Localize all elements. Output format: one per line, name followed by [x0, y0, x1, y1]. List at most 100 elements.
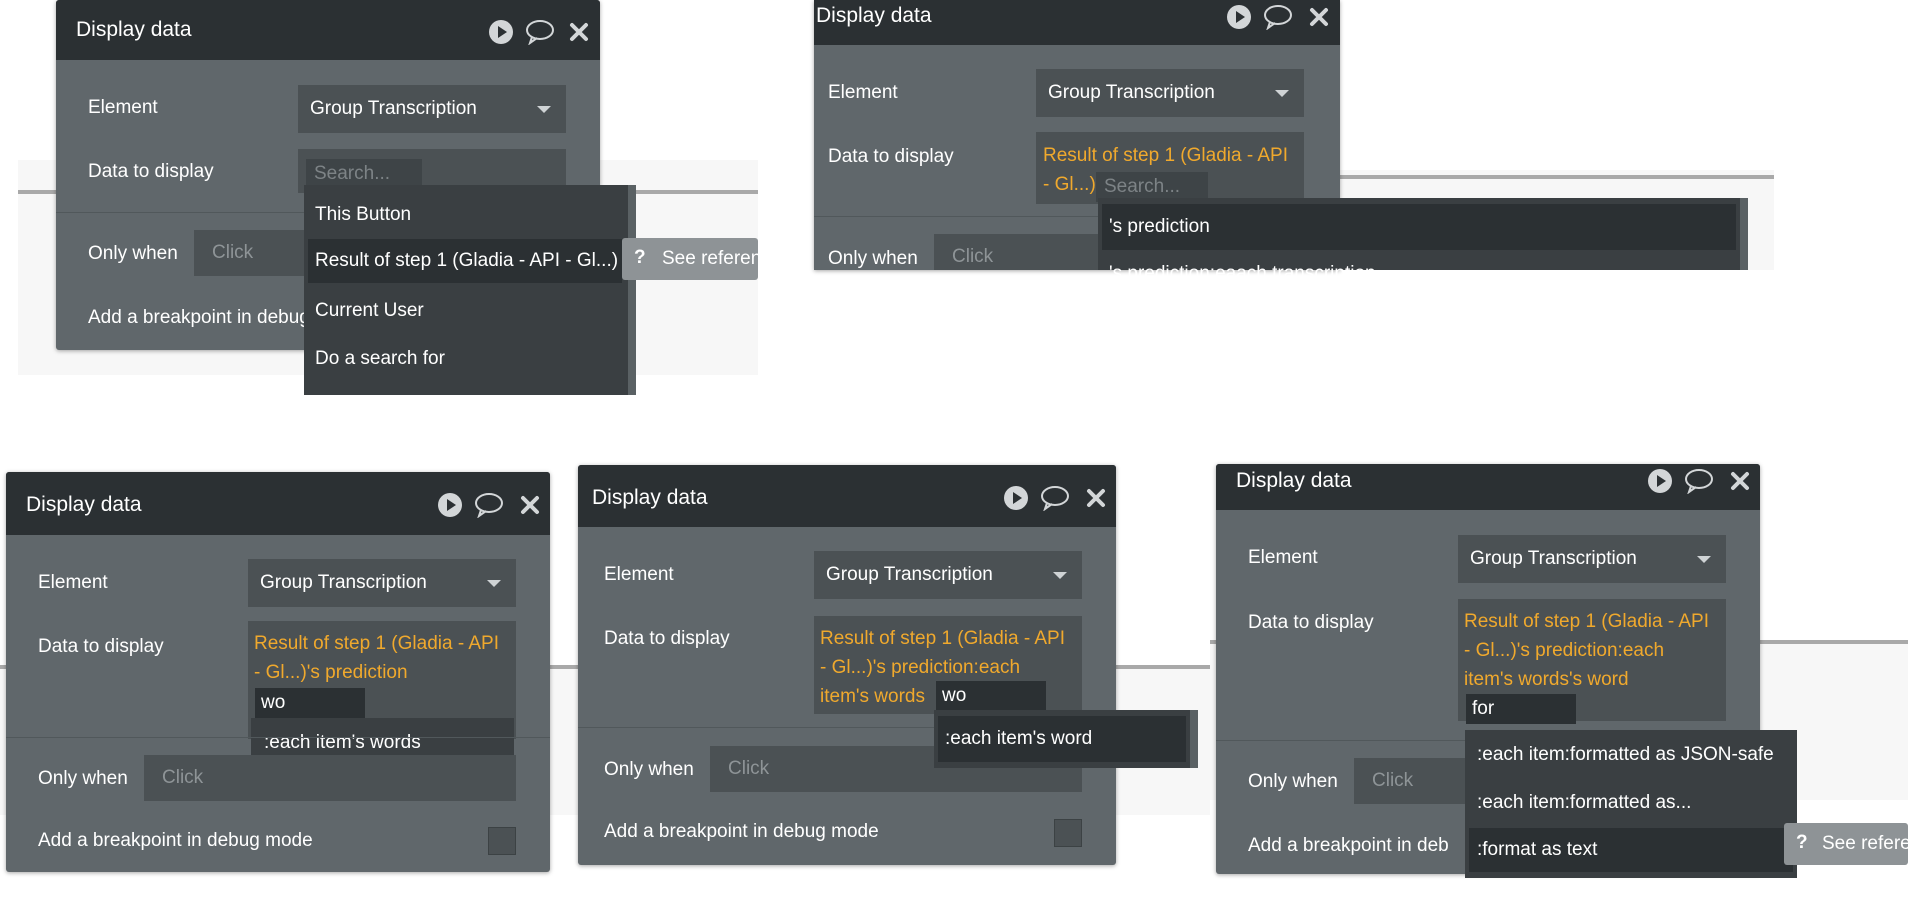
dropdown-item-highlighted[interactable]: Result of step 1 (Gladia - API - Gl...): [308, 239, 622, 283]
see-reference-button[interactable]: ? See reference: [1784, 823, 1908, 865]
expression-text-input[interactable]: for: [1466, 694, 1576, 724]
element-value: Group Transcription: [826, 564, 993, 585]
display-data-panel: Display data Element Group Transcription…: [578, 465, 1116, 865]
element-value: Group Transcription: [260, 572, 427, 593]
expression-line: item's words: [820, 686, 925, 707]
speech-bubble-icon[interactable]: [1040, 485, 1070, 511]
data-to-display-label: Data to display: [828, 146, 954, 167]
element-label: Element: [88, 97, 158, 118]
data-source-dropdown: This Button Result of step 1 (Gladia - A…: [304, 185, 636, 395]
dropdown-scrollbar[interactable]: [1740, 198, 1748, 270]
dropdown-item[interactable]: Do a search for: [304, 339, 626, 379]
play-circle-icon[interactable]: [1647, 468, 1673, 494]
dropdown-item-highlighted[interactable]: 's prediction: [1102, 204, 1736, 250]
play-circle-icon[interactable]: [488, 19, 514, 45]
display-data-panel: Display data Element Group Transcription…: [6, 472, 550, 872]
dropdown-scrollbar[interactable]: [1190, 710, 1198, 768]
panel-title: Display data: [1236, 469, 1352, 492]
speech-bubble-icon[interactable]: [1684, 468, 1714, 494]
panel-title: Display data: [816, 4, 932, 27]
panel-title: Display data: [26, 493, 142, 516]
panel-header: Display data: [1216, 464, 1760, 510]
element-label: Element: [1248, 547, 1318, 568]
expression-text-input[interactable]: wo: [936, 681, 1046, 711]
expression-dropdown: :each item's word: [934, 710, 1198, 768]
expression-dropdown: :each item:formatted as JSON-safe :each …: [1465, 730, 1797, 878]
close-x-icon[interactable]: [1085, 487, 1107, 509]
only-when-label: Only when: [38, 768, 128, 789]
element-label: Element: [38, 572, 108, 593]
chevron-down-icon: [1697, 556, 1711, 563]
expression-line: Result of step 1 (Gladia - API: [254, 633, 500, 654]
close-x-icon[interactable]: [1729, 470, 1751, 492]
only-when-label: Only when: [828, 248, 918, 269]
expression-line: - Gl...)'s prediction:each: [820, 657, 1021, 678]
speech-bubble-icon[interactable]: [474, 492, 504, 518]
see-reference-label: See reference: [662, 248, 758, 269]
element-value: Group Transcription: [1048, 82, 1215, 103]
expression-line: Result of step 1 (Gladia - API: [1043, 145, 1289, 166]
chevron-down-icon: [487, 580, 501, 587]
see-reference-label: See reference: [1822, 833, 1908, 854]
expression-line: - Gl...)'s prediction:each: [1464, 640, 1665, 661]
panel-header: Display data: [578, 465, 1116, 527]
element-value: Group Transcription: [310, 98, 477, 119]
expression-line: item's words's word: [1464, 669, 1629, 690]
panel-title: Display data: [592, 486, 708, 509]
only-when-label: Only when: [88, 243, 178, 264]
element-dropdown[interactable]: Group Transcription: [248, 559, 516, 607]
dropdown-item-highlighted[interactable]: :each item's word: [938, 716, 1186, 762]
play-circle-icon[interactable]: [1003, 485, 1029, 511]
panel-header: Display data: [6, 472, 550, 535]
question-mark-icon: ?: [634, 247, 646, 268]
expression-line: - Gl...): [1043, 174, 1096, 195]
element-dropdown[interactable]: Group Transcription: [1458, 535, 1726, 583]
dropdown-item[interactable]: :each item:formatted as...: [1465, 782, 1797, 824]
dropdown-item[interactable]: Current User: [304, 291, 626, 331]
panel-header: Display data: [814, 0, 1340, 45]
expression-dropdown: 's prediction 's prediction:eaach transc…: [1098, 198, 1748, 284]
play-circle-icon[interactable]: [1226, 4, 1252, 30]
chevron-down-icon: [537, 106, 551, 113]
dropdown-item[interactable]: This Button: [304, 195, 626, 235]
only-when-label: Only when: [604, 759, 694, 780]
dropdown-item-highlighted[interactable]: :format as text: [1469, 828, 1793, 872]
data-to-display-label: Data to display: [88, 161, 214, 182]
only-when-label: Only when: [1248, 771, 1338, 792]
only-when-input[interactable]: Click: [934, 234, 1114, 270]
breakpoint-label: Add a breakpoint in deb: [1248, 835, 1449, 856]
breakpoint-checkbox[interactable]: [1054, 819, 1082, 847]
element-value: Group Transcription: [1470, 548, 1637, 569]
breakpoint-label: Add a breakpoint in debug mode: [604, 821, 879, 842]
data-to-display-label: Data to display: [604, 628, 730, 649]
breakpoint-checkbox[interactable]: [488, 827, 516, 855]
expression-line: Result of step 1 (Gladia - API: [820, 628, 1066, 649]
panel-header: Display data: [56, 0, 600, 60]
see-reference-button[interactable]: ? See reference: [622, 238, 758, 280]
data-to-display-label: Data to display: [1248, 612, 1374, 633]
element-dropdown[interactable]: Group Transcription: [1036, 69, 1304, 117]
expression-line: - Gl...)'s prediction: [254, 662, 408, 683]
close-x-icon[interactable]: [568, 21, 590, 43]
divider: [6, 737, 550, 738]
breakpoint-label: Add a breakpoint in debug mode: [38, 830, 313, 851]
dropdown-item[interactable]: 's prediction:eaach transcription: [1098, 254, 1738, 294]
expression-line: Result of step 1 (Gladia - API: [1464, 611, 1710, 632]
chevron-down-icon: [1053, 572, 1067, 579]
dropdown-scrollbar[interactable]: [628, 185, 636, 395]
expression-text-input[interactable]: wo: [255, 688, 365, 718]
element-label: Element: [604, 564, 674, 585]
speech-bubble-icon[interactable]: [525, 19, 555, 45]
close-x-icon[interactable]: [519, 494, 541, 516]
question-mark-icon: ?: [1796, 832, 1808, 853]
element-dropdown[interactable]: Group Transcription: [298, 85, 566, 133]
panel-title: Display data: [76, 18, 192, 41]
close-x-icon[interactable]: [1308, 6, 1330, 28]
element-dropdown[interactable]: Group Transcription: [814, 551, 1082, 599]
element-label: Element: [828, 82, 898, 103]
only-when-input[interactable]: Click: [144, 755, 516, 801]
play-circle-icon[interactable]: [437, 492, 463, 518]
speech-bubble-icon[interactable]: [1263, 4, 1293, 30]
chevron-down-icon: [1275, 90, 1289, 97]
dropdown-item[interactable]: :each item:formatted as JSON-safe: [1465, 734, 1797, 776]
